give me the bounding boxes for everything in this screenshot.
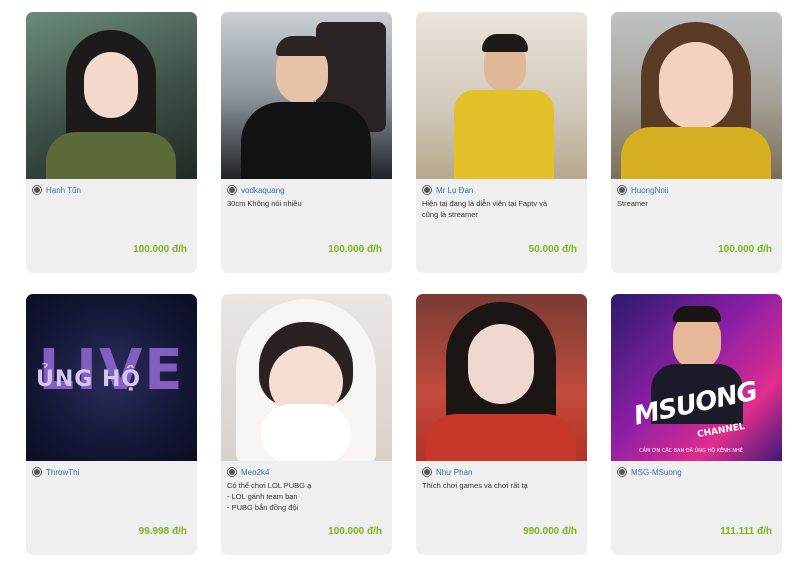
- player-photo[interactable]: [221, 294, 392, 461]
- player-card[interactable]: LIVE ỦNG HỘ ThrowThi 99.998 đ/h: [26, 294, 197, 555]
- player-name[interactable]: Meo2k4: [241, 468, 269, 477]
- status-icon: [422, 467, 432, 477]
- player-card[interactable]: Mr Lụ Đan Hiện tại đang là diễn viên tại…: [416, 12, 587, 273]
- player-description: 30cm Không nói nhiều: [227, 199, 302, 208]
- player-card[interactable]: MSUONG CHANNEL CẢM ƠN CÁC BẠN ĐÃ ỦNG HỘ …: [611, 294, 782, 555]
- player-photo[interactable]: [416, 294, 587, 461]
- player-photo[interactable]: [221, 12, 392, 179]
- player-card[interactable]: HuongNnii Streamer 100.000 đ/h: [611, 12, 782, 273]
- player-description: Streamer: [617, 199, 648, 208]
- player-price: 111.111 đ/h: [720, 526, 772, 537]
- player-card[interactable]: Hạnh Tũn 100.000 đ/h: [26, 12, 197, 273]
- player-price: 100.000 đ/h: [718, 244, 772, 255]
- player-description: Thích chơi games và chơi rất tạ: [422, 481, 528, 490]
- player-photo[interactable]: [416, 12, 587, 179]
- player-name[interactable]: Hạnh Tũn: [46, 186, 81, 195]
- player-price: 100.000 đ/h: [328, 244, 382, 255]
- status-icon: [227, 467, 237, 477]
- player-photo[interactable]: [26, 12, 197, 179]
- player-price: 100.000 đ/h: [133, 244, 187, 255]
- player-name[interactable]: Mr Lụ Đan: [436, 186, 473, 195]
- player-photo[interactable]: MSUONG CHANNEL CẢM ƠN CÁC BẠN ĐÃ ỦNG HỘ …: [611, 294, 782, 461]
- status-icon: [617, 185, 627, 195]
- banner-thanks-text: CẢM ƠN CÁC BẠN ĐÃ ỦNG HỘ KÊNH NHÉ: [639, 448, 743, 454]
- status-icon: [32, 467, 42, 477]
- player-name[interactable]: HuongNnii: [631, 186, 668, 195]
- player-photo[interactable]: [611, 12, 782, 179]
- player-card[interactable]: Meo2k4 Có thể chơi LOL PUBG ạ - LOL gánh…: [221, 294, 392, 555]
- player-price: 99.998 đ/h: [138, 526, 187, 537]
- player-card[interactable]: vodkaquang 30cm Không nói nhiều 100.000 …: [221, 12, 392, 273]
- player-description: Hiện tại đang là diễn viên tại Faptv và …: [422, 199, 548, 219]
- player-grid: Hạnh Tũn 100.000 đ/h vodkaquang 30cm Khô…: [26, 12, 782, 555]
- status-icon: [227, 185, 237, 195]
- player-photo[interactable]: LIVE ỦNG HỘ: [26, 294, 197, 461]
- player-name[interactable]: Như Phan: [436, 468, 473, 477]
- player-description: Có thể chơi LOL PUBG ạ - LOL gánh team b…: [227, 481, 312, 512]
- player-card[interactable]: Như Phan Thích chơi games và chơi rất tạ…: [416, 294, 587, 555]
- status-icon: [617, 467, 627, 477]
- status-icon: [32, 185, 42, 195]
- player-name[interactable]: ThrowThi: [46, 468, 79, 477]
- status-icon: [422, 185, 432, 195]
- player-price: 100.000 đ/h: [328, 526, 382, 537]
- player-price: 990.000 đ/h: [523, 526, 577, 537]
- player-price: 50.000 đ/h: [528, 244, 577, 255]
- player-name[interactable]: vodkaquang: [241, 186, 285, 195]
- banner-channel-text: CHANNEL: [696, 421, 746, 441]
- player-name[interactable]: MSG-MSuong: [631, 468, 682, 477]
- live-logo-subtext: ỦNG HỘ: [36, 367, 142, 392]
